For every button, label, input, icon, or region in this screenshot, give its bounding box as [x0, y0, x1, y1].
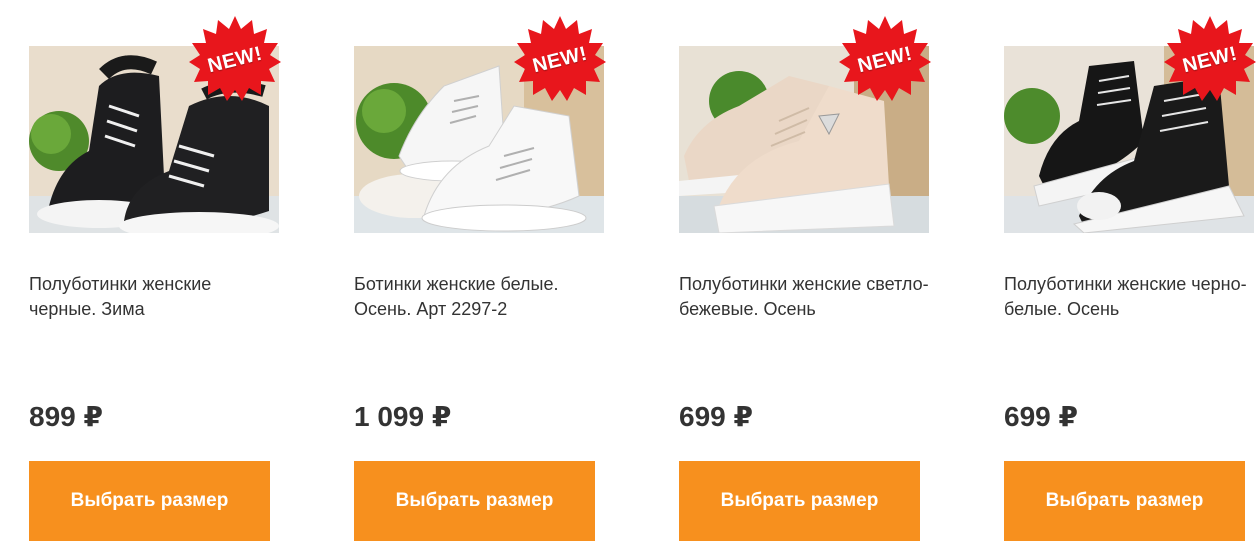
product-card: NEW! Ботинки женские белые. Осень. Арт 2… — [354, 0, 606, 557]
product-card: NEW! Полуботинки женские черно-белые. Ос… — [1004, 0, 1256, 557]
new-badge: NEW! — [189, 14, 281, 106]
choose-size-button[interactable]: Выбрать размер — [679, 461, 920, 541]
product-card: NEW! Полуботинки женские черные. Зима 89… — [29, 0, 281, 557]
new-badge: NEW! — [1164, 14, 1256, 106]
new-badge: NEW! — [514, 14, 606, 106]
product-card: NEW! Полуботинки женские светло-бежевые.… — [679, 0, 931, 557]
new-badge: NEW! — [839, 14, 931, 106]
product-price: 899 ₽ — [29, 401, 103, 432]
product-price: 699 ₽ — [1004, 401, 1078, 432]
product-title[interactable]: Полуботинки женские черно-белые. Осень — [1004, 272, 1254, 322]
product-title[interactable]: Ботинки женские белые. Осень. Арт 2297-2 — [354, 272, 604, 322]
product-title[interactable]: Полуботинки женские черные. Зима — [29, 272, 279, 322]
product-title[interactable]: Полуботинки женские светло-бежевые. Осен… — [679, 272, 929, 322]
choose-size-button[interactable]: Выбрать размер — [354, 461, 595, 541]
choose-size-button[interactable]: Выбрать размер — [1004, 461, 1245, 541]
choose-size-button[interactable]: Выбрать размер — [29, 461, 270, 541]
product-price: 699 ₽ — [679, 401, 753, 432]
product-price: 1 099 ₽ — [354, 401, 452, 432]
